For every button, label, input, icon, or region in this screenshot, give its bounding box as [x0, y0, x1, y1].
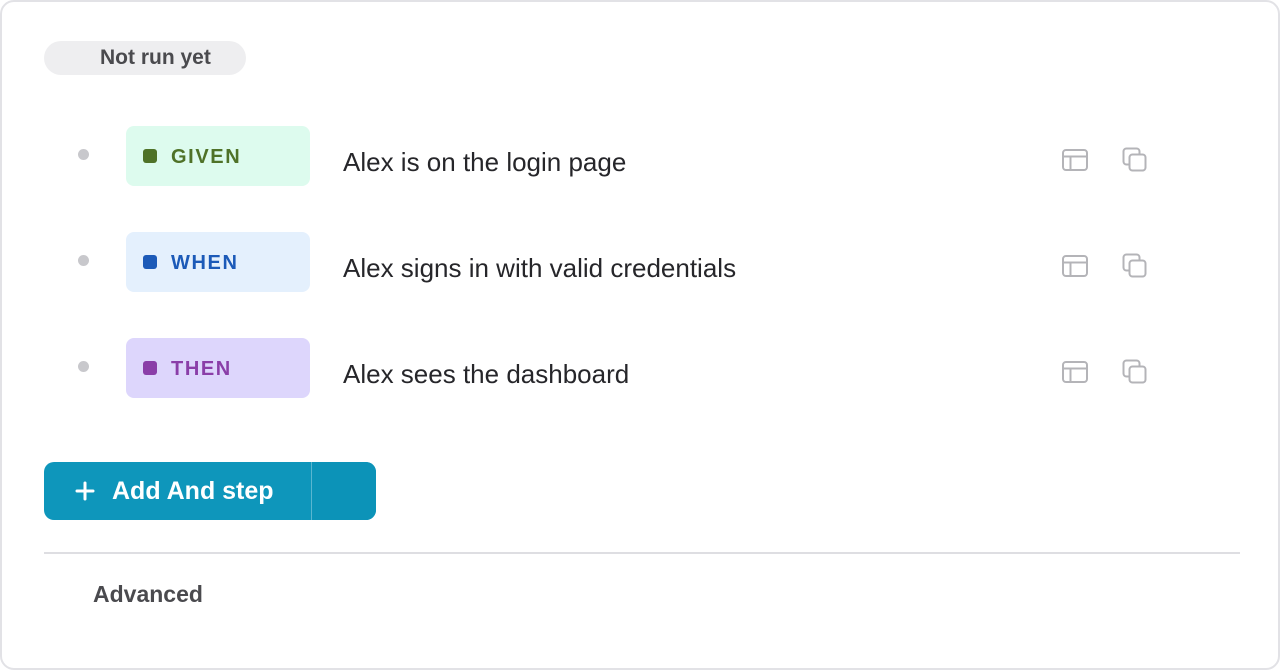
step-text[interactable]: Alex sees the dashboard — [343, 338, 629, 410]
add-step-split-button: Add And step — [44, 462, 376, 520]
duplicate-icon[interactable] — [1121, 252, 1149, 280]
step-text[interactable]: Alex signs in with valid credentials — [343, 232, 736, 304]
add-step-dropdown-button[interactable] — [312, 462, 376, 520]
layout-panel-icon[interactable] — [1061, 358, 1089, 386]
advanced-toggle[interactable]: Advanced — [93, 574, 203, 614]
keyword-color-square — [143, 255, 157, 269]
drag-handle-bullet[interactable] — [78, 255, 89, 266]
add-and-step-button[interactable]: Add And step — [44, 462, 311, 520]
step-row-when: WHEN Alex signs in with valid credential… — [2, 232, 1278, 292]
keyword-label: GIVEN — [171, 146, 242, 168]
keyword-color-square — [143, 361, 157, 375]
drag-handle-bullet[interactable] — [78, 149, 89, 160]
scenario-panel: Not run yet GIVEN Alex is on the login p… — [0, 0, 1280, 670]
keyword-chip-then[interactable]: THEN — [126, 338, 310, 398]
layout-panel-icon[interactable] — [1061, 252, 1089, 280]
keyword-chip-when[interactable]: WHEN — [126, 232, 310, 292]
section-divider — [44, 552, 1240, 554]
plus-icon — [74, 480, 96, 502]
duplicate-icon[interactable] — [1121, 358, 1149, 386]
layout-panel-icon[interactable] — [1061, 146, 1089, 174]
keyword-chip-given[interactable]: GIVEN — [126, 126, 310, 186]
drag-handle-bullet[interactable] — [78, 361, 89, 372]
step-row-given: GIVEN Alex is on the login page — [2, 126, 1278, 186]
keyword-color-square — [143, 149, 157, 163]
step-row-then: THEN Alex sees the dashboard — [2, 338, 1278, 398]
keyword-label: THEN — [171, 358, 232, 380]
add-step-label: Add And step — [112, 477, 274, 505]
duplicate-icon[interactable] — [1121, 146, 1149, 174]
step-text[interactable]: Alex is on the login page — [343, 126, 626, 198]
status-badge: Not run yet — [44, 41, 246, 75]
keyword-label: WHEN — [171, 252, 239, 274]
